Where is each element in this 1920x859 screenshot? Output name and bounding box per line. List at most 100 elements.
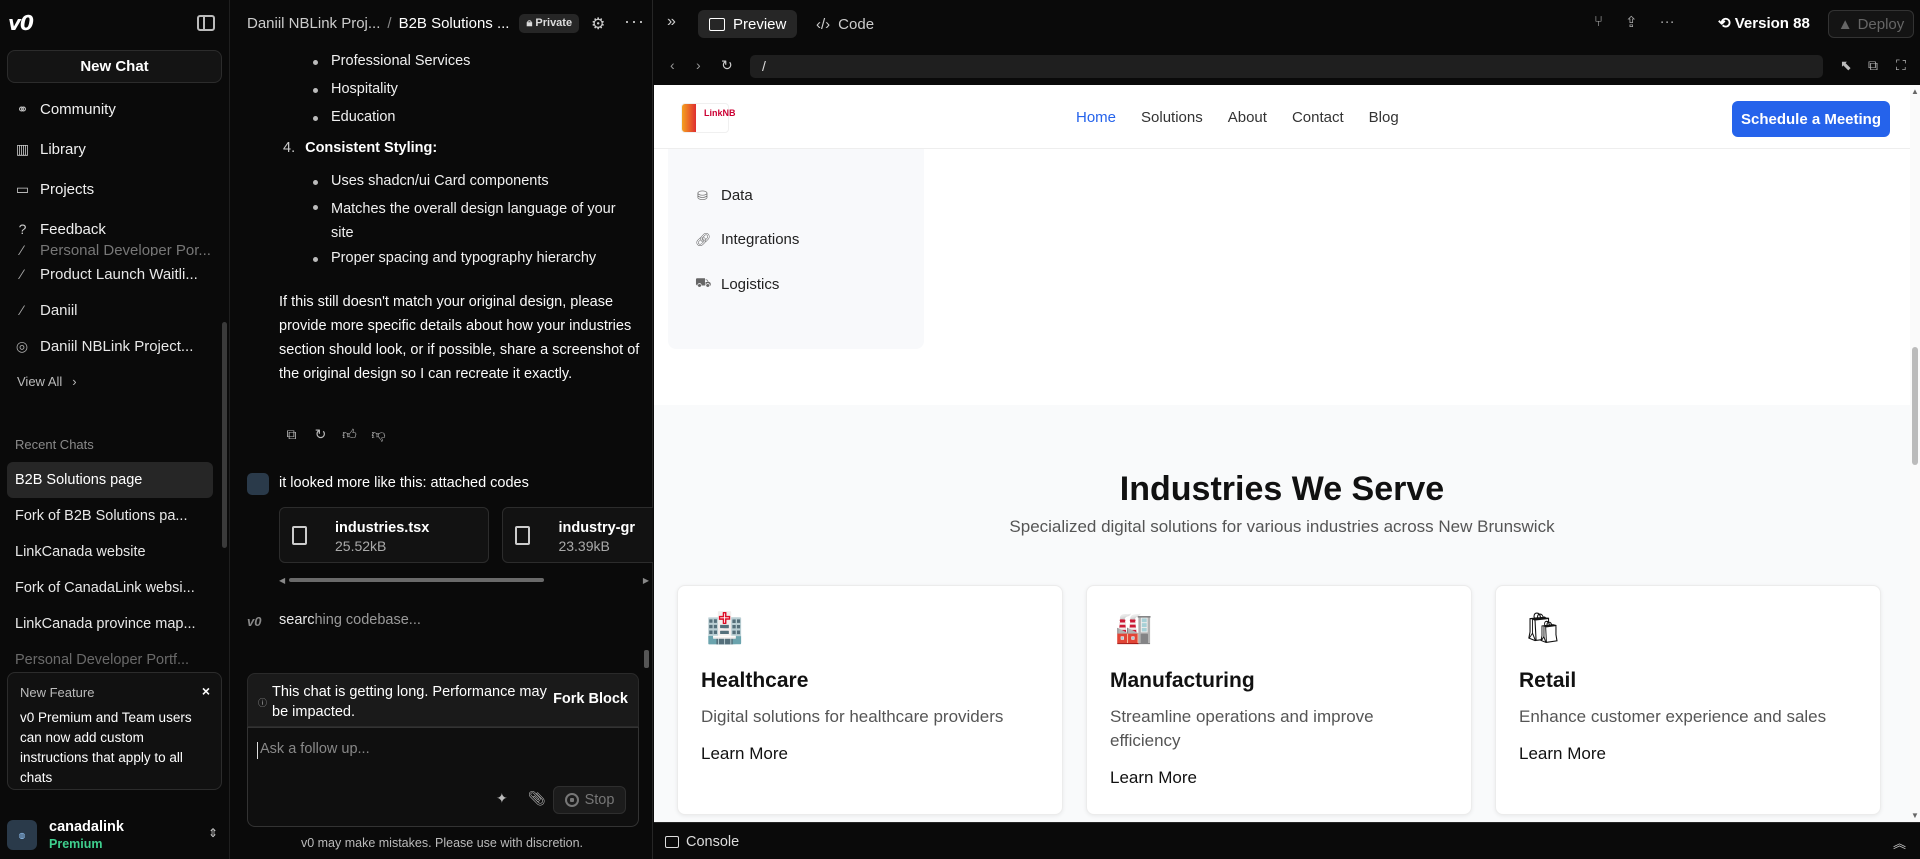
url-input[interactable]: /	[750, 55, 1823, 78]
thumbs-up-icon[interactable]: 👍︎	[341, 426, 358, 443]
v0-logo[interactable]: v0	[8, 11, 34, 35]
privacy-badge[interactable]: 🔒︎ Private	[519, 13, 580, 33]
inspect-icon[interactable]: ⬉	[1840, 57, 1852, 74]
new-chat-button[interactable]: New Chat	[7, 50, 222, 83]
console-toggle[interactable]: Console	[665, 834, 739, 850]
more-options-icon[interactable]: ···	[624, 11, 645, 32]
sidebar-scrollbar[interactable]	[222, 322, 227, 548]
user-menu[interactable]: ◍ canadalink Premium ⇕	[7, 815, 222, 855]
fork-block-button[interactable]: Fork Block	[553, 691, 628, 707]
recent-chat-item[interactable]: B2B Solutions page	[7, 462, 213, 498]
project-item[interactable]: ⁄ Daniil	[0, 292, 222, 328]
breadcrumb-project[interactable]: Daniil NBLink Proj...	[247, 15, 380, 32]
chat-scrollbar[interactable]	[644, 650, 649, 668]
user-message: it looked more like this: attached codes	[279, 475, 529, 491]
scrollbar-thumb[interactable]	[289, 578, 544, 582]
learn-more-link[interactable]: Learn More	[1519, 744, 1606, 764]
attachment-file[interactable]: industries.tsx 25.52kB	[279, 507, 489, 563]
new-window-icon[interactable]: ⧉	[1868, 57, 1878, 74]
attachments-row: industries.tsx 25.52kB industry-gr 23.39kB	[279, 507, 653, 563]
feature-body: v0 Premium and Team users can now add cu…	[20, 710, 192, 785]
project-item[interactable]: ◎ Daniil NBLink Project...	[0, 328, 222, 364]
nav-link-home[interactable]: Home	[1076, 109, 1116, 126]
recent-chat-item[interactable]: Fork of B2B Solutions pa...	[7, 498, 213, 534]
folder-icon: ▭	[15, 180, 30, 197]
message-composer[interactable]: Ask a follow up... ✦ 📎︎ Stop	[247, 727, 639, 827]
project-item[interactable]: ⁄ Product Launch Waitli...	[0, 256, 222, 292]
fullscreen-icon[interactable]: ⛶	[1896, 57, 1906, 74]
tab-preview[interactable]: Preview	[698, 10, 798, 38]
sidebar-nav: ⚭ Community ▥ Library ▭ Projects ? Feedback	[0, 89, 229, 249]
new-feature-card: New Feature × v0 Premium and Team users …	[7, 672, 222, 790]
tab-code[interactable]: ‹/› Code	[806, 10, 884, 38]
paperclip-icon[interactable]: 📎︎	[528, 790, 546, 807]
recent-chat-item[interactable]: LinkCanada website	[7, 534, 213, 570]
sidebar-item-library[interactable]: ▥ Library	[0, 129, 229, 169]
more-options-icon[interactable]: ···	[1660, 13, 1675, 31]
category-item-logistics[interactable]: ⛟ Logistics	[695, 275, 779, 293]
nav-link-contact[interactable]: Contact	[1292, 109, 1344, 126]
list-item: Proper spacing and typography hierarchy	[313, 249, 631, 277]
solutions-category-panel: ⛁ Data 🔗︎ Integrations ⛟ Logistics	[668, 125, 924, 349]
recent-chat-item[interactable]: Fork of CanadaLink websi...	[7, 570, 213, 606]
nav-link-about[interactable]: About	[1228, 109, 1267, 126]
collapse-icon[interactable]: »	[667, 13, 676, 31]
follow-up-input[interactable]: Ask a follow up...	[257, 741, 370, 759]
avatar	[247, 473, 269, 495]
scrollbar-thumb[interactable]	[1912, 347, 1918, 465]
attachment-file[interactable]: industry-gr 23.39kB	[502, 507, 653, 563]
stop-button[interactable]: Stop	[553, 786, 626, 814]
triangle-icon: ▲	[1837, 15, 1853, 33]
thumbs-down-icon[interactable]: 👎︎	[370, 426, 387, 443]
card-title: Manufacturing	[1110, 669, 1255, 692]
book-icon: ▥	[15, 140, 30, 157]
copy-icon[interactable]: ⧉	[283, 426, 300, 443]
sidebar-toggle-icon[interactable]	[197, 15, 215, 31]
lock-icon: 🔒︎	[526, 16, 533, 29]
sidebar-item-feedback[interactable]: ? Feedback	[0, 209, 229, 249]
site-logo[interactable]: LinkNB	[681, 103, 736, 133]
breadcrumb-chat[interactable]: B2B Solutions ...	[399, 15, 510, 32]
category-item-integrations[interactable]: 🔗︎ Integrations	[695, 231, 799, 248]
recent-chat-item[interactable]: LinkCanada province map...	[7, 606, 213, 642]
learn-more-link[interactable]: Learn More	[701, 744, 788, 764]
attachments-scrollbar[interactable]: ◀ ▶	[279, 576, 653, 585]
wand-icon: ⁄	[20, 244, 24, 256]
project-item[interactable]: ⁄ Personal Developer Por...	[0, 244, 222, 256]
gear-icon[interactable]: ⚙	[591, 14, 605, 34]
refresh-icon[interactable]: ↻	[312, 426, 329, 443]
version-label: Version 88	[1734, 15, 1810, 32]
sidebar-item-projects[interactable]: ▭ Projects	[0, 169, 229, 209]
card-description: Enhance customer experience and sales	[1519, 707, 1827, 726]
forward-icon[interactable]: ›	[696, 57, 701, 73]
preview-panel: » Preview ‹/› Code ⑂ ⇪ ··· ⟲ Version 88 ▲…	[654, 0, 1920, 859]
version-button[interactable]: ⟲ Version 88	[1718, 14, 1810, 32]
code-icon: ‹/›	[816, 15, 831, 33]
close-icon[interactable]: ×	[202, 683, 210, 699]
view-all-link[interactable]: View All ›	[0, 364, 222, 398]
branch-icon[interactable]: ⑂	[1594, 13, 1603, 31]
numbered-item-4: 4. Consistent Styling:	[283, 140, 437, 156]
list-item: Education	[313, 108, 691, 136]
project-label: Daniil NBLink Project...	[40, 337, 194, 355]
sparkle-icon[interactable]: ✦	[496, 790, 508, 807]
reload-icon[interactable]: ↻	[721, 57, 733, 74]
message-actions: ⧉ ↻ 👍︎ 👎︎	[283, 426, 387, 443]
deploy-button[interactable]: ▲ Deploy	[1828, 10, 1914, 38]
nav-link-solutions[interactable]: Solutions	[1141, 109, 1203, 126]
scroll-left-icon[interactable]: ◀	[279, 576, 285, 585]
scroll-down-icon[interactable]: ▼	[1911, 811, 1919, 820]
share-icon[interactable]: ⇪	[1625, 13, 1638, 31]
schedule-meeting-button[interactable]: Schedule a Meeting	[1732, 101, 1890, 137]
back-icon[interactable]: ‹	[670, 57, 675, 73]
sidebar-item-community[interactable]: ⚭ Community	[0, 89, 229, 129]
console-bar[interactable]: Console ︽	[654, 822, 1920, 859]
scroll-right-icon[interactable]: ▶	[643, 576, 649, 585]
expand-icon[interactable]: ︽	[1893, 833, 1906, 852]
category-item-data[interactable]: ⛁ Data	[695, 187, 753, 204]
nav-link-blog[interactable]: Blog	[1369, 109, 1399, 126]
learn-more-link[interactable]: Learn More	[1110, 768, 1197, 788]
preview-scrollbar[interactable]: ▲ ▼	[1910, 85, 1920, 822]
avatar: ◍	[7, 820, 37, 850]
scroll-up-icon[interactable]: ▲	[1911, 87, 1919, 96]
